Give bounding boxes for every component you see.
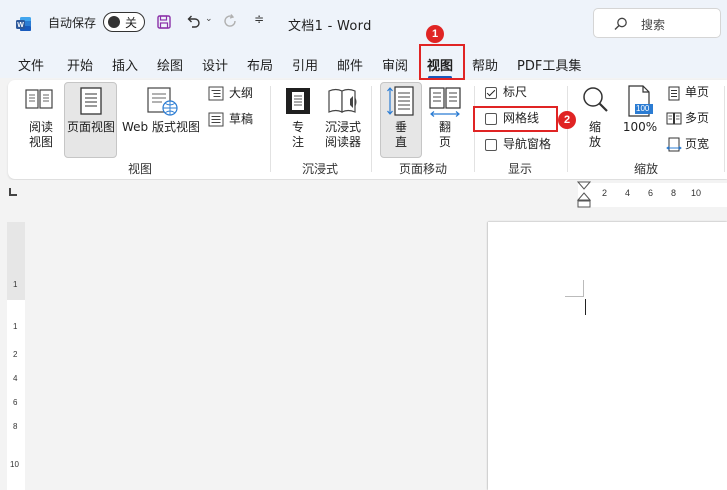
tab-pdf-tools[interactable]: PDF工具集 (517, 55, 581, 74)
search-placeholder: 搜索 (641, 18, 666, 32)
navigation-pane-label: 导航窗格 (503, 137, 552, 151)
redo-icon (224, 14, 236, 27)
tab-insert[interactable]: 插入 (112, 55, 138, 74)
margin-corner-mark (565, 296, 583, 297)
zoom-100-button[interactable]: 100% (620, 120, 660, 135)
page-width-icon (666, 137, 682, 152)
immersive-reader-button[interactable]: 沉浸式 阅读器 (322, 120, 364, 150)
group-divider (270, 86, 271, 172)
vertical-label: 垂 直 (394, 120, 407, 149)
margin-corner-mark (583, 280, 584, 297)
autosave-state: 关 (125, 16, 138, 30)
outline-icon (208, 86, 224, 101)
web-layout-icon (147, 87, 178, 116)
word-logo-icon: W (16, 17, 31, 31)
side-to-side-icon (429, 87, 461, 117)
web-layout-button[interactable]: Web 版式视图 (120, 120, 202, 135)
page-movement-group-label: 页面移动 (399, 162, 448, 176)
ruler-number: 1 (13, 280, 18, 289)
tab-mailings[interactable]: 邮件 (337, 55, 363, 74)
document-page[interactable] (488, 222, 727, 490)
immersive-reader-icon (328, 88, 357, 113)
one-page-icon (668, 86, 680, 101)
ruler-number: 1 (13, 322, 18, 331)
multiple-pages-icon (666, 112, 682, 125)
ruler-checkbox[interactable] (485, 87, 497, 99)
navigation-pane-checkbox[interactable] (485, 139, 497, 151)
side-to-side-button[interactable]: 翻 页 (433, 120, 457, 150)
vertical-ruler-labels: 1 1 2 4 6 8 10 (7, 222, 25, 490)
multiple-pages-button[interactable]: 多页 (685, 111, 709, 126)
ruler-number: 10 (10, 460, 19, 469)
zoom-group-label: 缩放 (634, 162, 659, 176)
tab-layout[interactable]: 布局 (247, 55, 273, 74)
tab-design[interactable]: 设计 (202, 55, 228, 74)
tab-review[interactable]: 审阅 (382, 55, 408, 74)
focus-button[interactable]: 专 注 (286, 120, 310, 150)
zoom-100-icon-text: 100 (636, 104, 650, 113)
zoom-magnifier-icon (583, 87, 608, 112)
undo-dropdown-icon[interactable]: ⌄ (205, 14, 213, 24)
autosave-toggle[interactable]: 关 (103, 12, 145, 32)
tab-selector-icon[interactable] (9, 188, 17, 196)
views-group-label: 视图 (128, 162, 153, 176)
annotation-highlight-view-tab (419, 44, 465, 80)
page-width-button[interactable]: 页宽 (685, 137, 709, 152)
ruler-number: 8 (13, 422, 18, 431)
tab-home[interactable]: 开始 (67, 55, 93, 74)
focus-icon (286, 88, 310, 114)
draft-button[interactable]: 草稿 (229, 112, 253, 127)
annotation-badge-1: 1 (426, 25, 444, 43)
svg-text:W: W (17, 22, 24, 29)
indent-marker-icon[interactable] (577, 181, 591, 209)
outline-button[interactable]: 大纲 (229, 86, 253, 101)
ruler-number: 2 (13, 350, 18, 359)
one-page-button[interactable]: 单页 (685, 85, 709, 100)
save-icon[interactable] (157, 15, 171, 29)
ruler-number: 2 (602, 188, 608, 198)
group-divider (371, 86, 372, 172)
read-mode-button[interactable]: 阅读 视图 (26, 120, 56, 150)
annotation-badge-2: 2 (558, 111, 576, 129)
undo-icon[interactable] (185, 13, 201, 29)
read-mode-icon (25, 89, 53, 109)
customize-qat-icon[interactable]: ≑ (254, 12, 264, 26)
document-title: 文档1 - Word (288, 19, 372, 34)
group-divider (567, 86, 568, 172)
ruler-number: 6 (648, 188, 654, 198)
ruler-label: 标尺 (503, 85, 528, 99)
ruler-number: 10 (691, 188, 702, 198)
ribbon-tab-bar: 文件 开始 插入 绘图 设计 布局 引用 邮件 审阅 视图 帮助 PDF工具集 (0, 46, 727, 78)
draft-icon (208, 112, 224, 127)
annotation-highlight-gridlines (473, 106, 558, 132)
zoom-button[interactable]: 缩 放 (583, 120, 607, 150)
ribbon-panel: 阅读 视图 页面视图 Web 版式视图 大纲 草稿 视图 专 注 沉浸式 阅读器… (8, 80, 727, 179)
ruler-number: 4 (13, 374, 18, 383)
horizontal-ruler[interactable]: 2 4 6 8 10 (578, 183, 727, 207)
tab-file[interactable]: 文件 (18, 55, 44, 74)
vertical-movement-icon (387, 86, 414, 116)
tab-references[interactable]: 引用 (292, 55, 318, 74)
ruler-number: 6 (13, 398, 18, 407)
text-cursor (585, 299, 586, 315)
autosave-label: 自动保存 (48, 16, 97, 30)
immersive-group-label: 沉浸式 (302, 162, 339, 176)
toggle-knob (108, 16, 120, 28)
tab-help[interactable]: 帮助 (472, 55, 498, 74)
ruler-number: 4 (625, 188, 631, 198)
print-layout-label: 页面视图 (66, 120, 115, 134)
ruler-number: 8 (671, 188, 677, 198)
show-group-label: 显示 (508, 162, 533, 176)
tab-draw[interactable]: 绘图 (157, 55, 183, 74)
group-divider (724, 86, 725, 172)
search-icon (614, 17, 627, 30)
search-box[interactable]: 搜索 (593, 8, 721, 38)
print-layout-icon (80, 87, 102, 115)
